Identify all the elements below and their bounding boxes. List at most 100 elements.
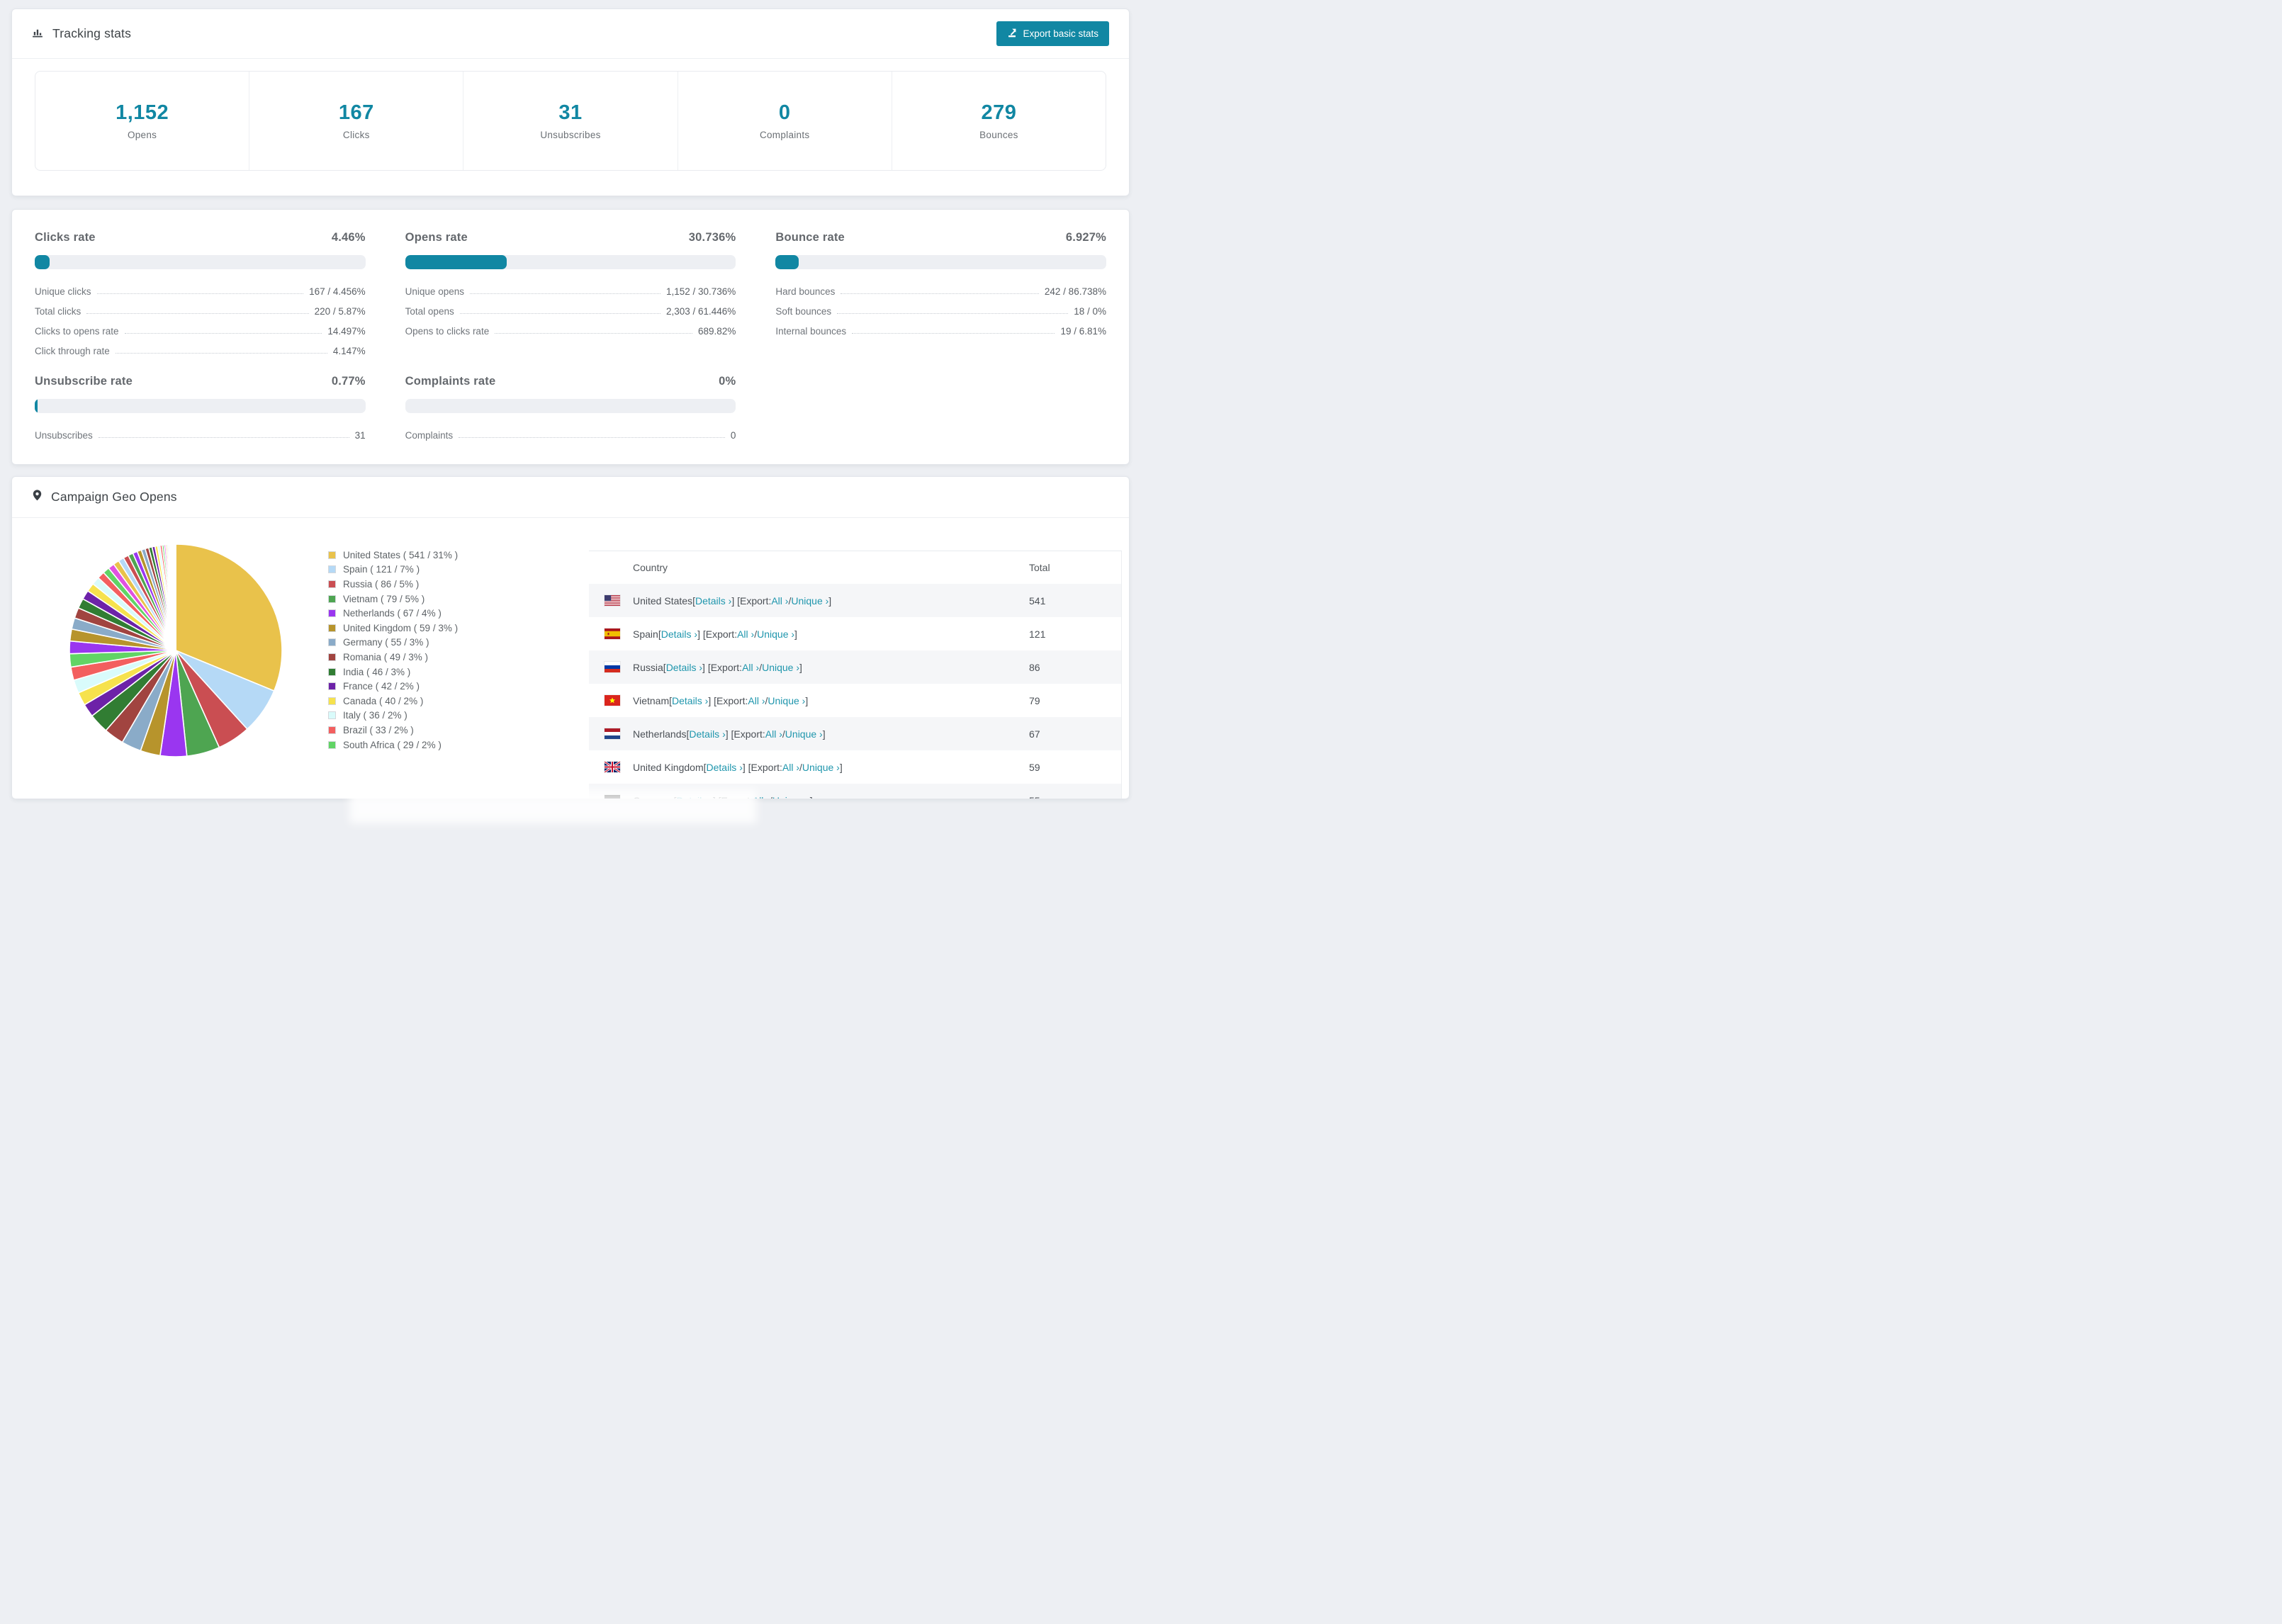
export-unique-link[interactable]: Unique › — [802, 762, 840, 773]
legend-item[interactable]: United States ( 541 / 31% ) — [328, 548, 458, 563]
dotted-leader — [852, 333, 1055, 334]
legend-item[interactable]: United Kingdom ( 59 / 3% ) — [328, 621, 458, 636]
legend-item[interactable]: Germany ( 55 / 3% ) — [328, 636, 458, 650]
dotted-leader — [98, 437, 349, 438]
bar-chart-icon — [32, 26, 44, 42]
export-unique-link[interactable]: Unique › — [768, 695, 805, 706]
rate-row-value: 1,152 / 30.736% — [665, 286, 736, 297]
legend-item[interactable]: Netherlands ( 67 / 4% ) — [328, 606, 458, 621]
rates-grid: Clicks rate 4.46% Unique clicks 167 / 4.456… — [35, 231, 1106, 441]
table-row: Netherlands [Details ›] [Export: All › /… — [589, 717, 1121, 750]
summary-stat-label: Opens — [127, 130, 157, 140]
country-cell: United States [Details ›] [Export: All ›… — [589, 595, 1029, 607]
legend-swatch — [328, 638, 336, 647]
legend-label: Italy ( 36 / 2% ) — [343, 710, 408, 721]
legend-item[interactable]: France ( 42 / 2% ) — [328, 679, 458, 694]
legend-item[interactable]: Brazil ( 33 / 2% ) — [328, 723, 458, 738]
dotted-leader — [469, 293, 661, 294]
rate-row-value: 18 / 0% — [1074, 306, 1106, 317]
details-link[interactable]: Details › — [661, 628, 697, 640]
summary-stat-label: Unsubscribes — [540, 130, 601, 140]
details-link[interactable]: Details › — [707, 762, 743, 773]
legend-item[interactable]: Spain ( 121 / 7% ) — [328, 563, 458, 577]
country-cell: Vietnam [Details ›] [Export: All › / Uni… — [589, 695, 1029, 706]
tracking-stats-title: Tracking stats — [32, 26, 131, 42]
legend-item[interactable]: Russia ( 86 / 5% ) — [328, 577, 458, 592]
bracket-close-text: ] — [839, 761, 843, 773]
rate-row-label: Unique clicks — [35, 286, 91, 297]
export-basic-stats-label: Export basic stats — [1023, 28, 1098, 39]
legend-label: United Kingdom ( 59 / 3% ) — [343, 622, 459, 633]
rate-row: Unsubscribes 31 — [35, 421, 366, 441]
details-link[interactable]: Details › — [666, 662, 702, 673]
rate-row-value: 19 / 6.81% — [1060, 326, 1106, 337]
legend-swatch — [328, 565, 336, 574]
export-all-link[interactable]: All › — [737, 628, 754, 640]
legend-item[interactable]: Italy ( 36 / 2% ) — [328, 709, 458, 723]
export-all-link[interactable]: All › — [765, 728, 782, 740]
export-unique-link[interactable]: Unique › — [772, 795, 810, 799]
summary-stat-label: Clicks — [342, 130, 370, 140]
export-basic-stats-button[interactable]: Export basic stats — [996, 21, 1109, 46]
legend-swatch — [328, 594, 336, 603]
rate-panel-title-row: Unsubscribe rate 0.77% — [35, 375, 366, 388]
export-unique-link[interactable]: Unique › — [757, 628, 794, 640]
total-cell: 541 — [1029, 594, 1046, 607]
legend-item[interactable]: Romania ( 49 / 3% ) — [328, 650, 458, 665]
rate-progress-fill — [35, 399, 38, 413]
country-cell: Netherlands [Details ›] [Export: All › /… — [589, 728, 1029, 740]
column-header-country: Country — [633, 562, 668, 573]
legend-item[interactable]: India ( 46 / 3% ) — [328, 665, 458, 680]
rate-row-value: 4.147% — [332, 346, 366, 356]
export-all-link[interactable]: All › — [748, 695, 765, 706]
rate-row-label: Total opens — [405, 306, 454, 317]
country-name: United States — [633, 594, 693, 607]
rate-row: Total clicks 220 / 5.87% — [35, 297, 366, 317]
rate-panel-value: 0% — [719, 375, 736, 388]
summary-stat-cell: 279 Bounces — [891, 72, 1106, 170]
rate-panel-title: Clicks rate — [35, 231, 96, 244]
geo-table-header: Country Total — [589, 551, 1121, 584]
rate-panel: Unsubscribe rate 0.77% Unsubscribes 31 — [35, 375, 366, 441]
summary-stat-label: Complaints — [759, 130, 810, 140]
legend-swatch — [328, 682, 336, 691]
details-link[interactable]: Details › — [695, 595, 731, 607]
summary-stat-cell: 167 Clicks — [249, 72, 463, 170]
rate-panel: Clicks rate 4.46% Unique clicks 167 / 4.456… — [35, 231, 366, 356]
rate-row-label: Hard bounces — [775, 286, 836, 297]
export-text: ] [Export: — [697, 628, 738, 640]
rate-panel-title-row: Opens rate 30.736% — [405, 231, 736, 244]
rate-progress-fill — [775, 255, 799, 269]
rate-row: Hard bounces 242 / 86.738% — [775, 277, 1106, 297]
country-cell: Russia [Details ›] [Export: All › / Uniq… — [589, 662, 1029, 673]
legend-swatch — [328, 697, 336, 705]
export-all-link[interactable]: All › — [771, 595, 788, 607]
total-cell: 59 — [1029, 761, 1040, 773]
rate-row: Internal bounces 19 / 6.81% — [775, 317, 1106, 337]
total-cell: 121 — [1029, 628, 1046, 640]
legend-item[interactable]: Vietnam ( 79 / 5% ) — [328, 592, 458, 607]
table-row: United States [Details ›] [Export: All ›… — [589, 584, 1121, 617]
legend-label: Brazil ( 33 / 2% ) — [343, 724, 414, 735]
export-unique-link[interactable]: Unique › — [762, 662, 799, 673]
column-header-total: Total — [1029, 562, 1050, 573]
legend-item[interactable]: South Africa ( 29 / 2% ) — [328, 738, 458, 752]
legend-swatch — [328, 653, 336, 661]
summary-row: 1,152 Opens 167 Clicks 31 Unsubscribes 0 Compla… — [35, 71, 1106, 171]
export-all-link[interactable]: All › — [742, 662, 759, 673]
details-link[interactable]: Details › — [672, 695, 708, 706]
bracket-close-text: ] — [822, 728, 826, 740]
dotted-leader — [124, 333, 322, 334]
legend-item[interactable]: Canada ( 40 / 2% ) — [328, 694, 458, 709]
rate-row: Opens to clicks rate 689.82% — [405, 317, 736, 337]
rate-row-value: 242 / 86.738% — [1044, 286, 1106, 297]
legend-label: Romania ( 49 / 3% ) — [343, 651, 429, 662]
export-all-link[interactable]: All › — [782, 762, 799, 773]
table-row: Vietnam [Details ›] [Export: All › / Uni… — [589, 684, 1121, 717]
legend-label: India ( 46 / 3% ) — [343, 666, 411, 677]
export-unique-link[interactable]: Unique › — [791, 595, 828, 607]
country-name: Netherlands — [633, 728, 687, 740]
export-unique-link[interactable]: Unique › — [785, 728, 823, 740]
details-link[interactable]: Details › — [689, 728, 725, 740]
rate-panel-title: Complaints rate — [405, 375, 496, 388]
